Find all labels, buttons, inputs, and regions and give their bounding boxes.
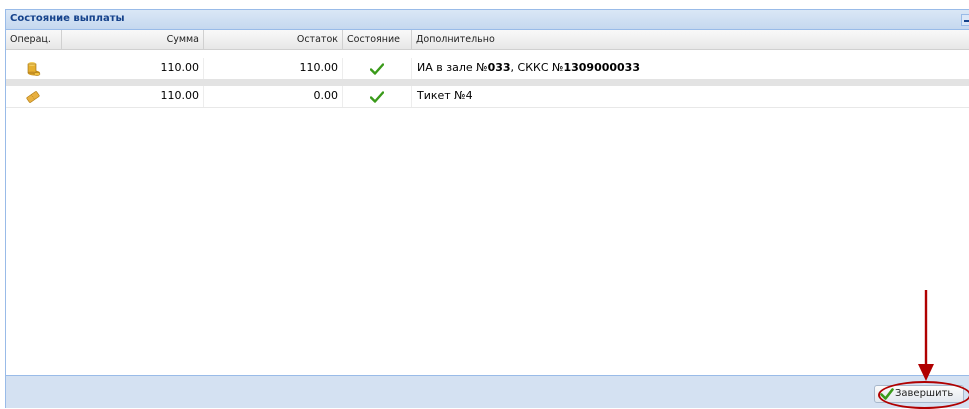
- state-cell: [343, 58, 412, 79]
- sum-cell: 110.00: [62, 86, 204, 107]
- column-header-rest[interactable]: Остаток: [204, 30, 343, 49]
- table-row[interactable]: 110.00 0.00 Тикет №4: [6, 86, 969, 108]
- payout-status-panel: Состояние выплаты Операц. Сумма Остаток …: [5, 9, 969, 408]
- collapse-icon[interactable]: [961, 14, 969, 26]
- column-header-operation[interactable]: Операц.: [6, 30, 62, 49]
- table-row[interactable]: 110.00 110.00 ИА в зале №033, СККС №1309…: [6, 58, 969, 79]
- panel-footer: Завершить: [6, 375, 969, 408]
- coins-icon: [6, 58, 62, 79]
- check-icon: [370, 62, 384, 75]
- grid-header: Операц. Сумма Остаток Состояние Дополнит…: [6, 30, 969, 50]
- annotation-arrow-icon: [918, 290, 934, 381]
- extra-cell: Тикет №4: [417, 89, 473, 102]
- row-separator: [6, 79, 969, 86]
- rest-cell: 0.00: [204, 86, 343, 107]
- sum-cell: 110.00: [62, 58, 204, 79]
- rest-cell: 110.00: [204, 58, 343, 79]
- panel-title: Состояние выплаты: [10, 13, 125, 24]
- state-cell: [343, 86, 412, 107]
- column-header-state[interactable]: Состояние: [343, 30, 412, 49]
- column-header-sum[interactable]: Сумма: [62, 30, 204, 49]
- panel-header: Состояние выплаты: [6, 10, 969, 30]
- check-icon: [370, 90, 384, 103]
- extra-cell: ИА в зале №033, СККС №1309000033: [417, 61, 640, 74]
- ticket-icon: [6, 86, 62, 107]
- column-header-extra[interactable]: Дополнительно: [412, 30, 969, 49]
- annotation-circle: [878, 381, 969, 409]
